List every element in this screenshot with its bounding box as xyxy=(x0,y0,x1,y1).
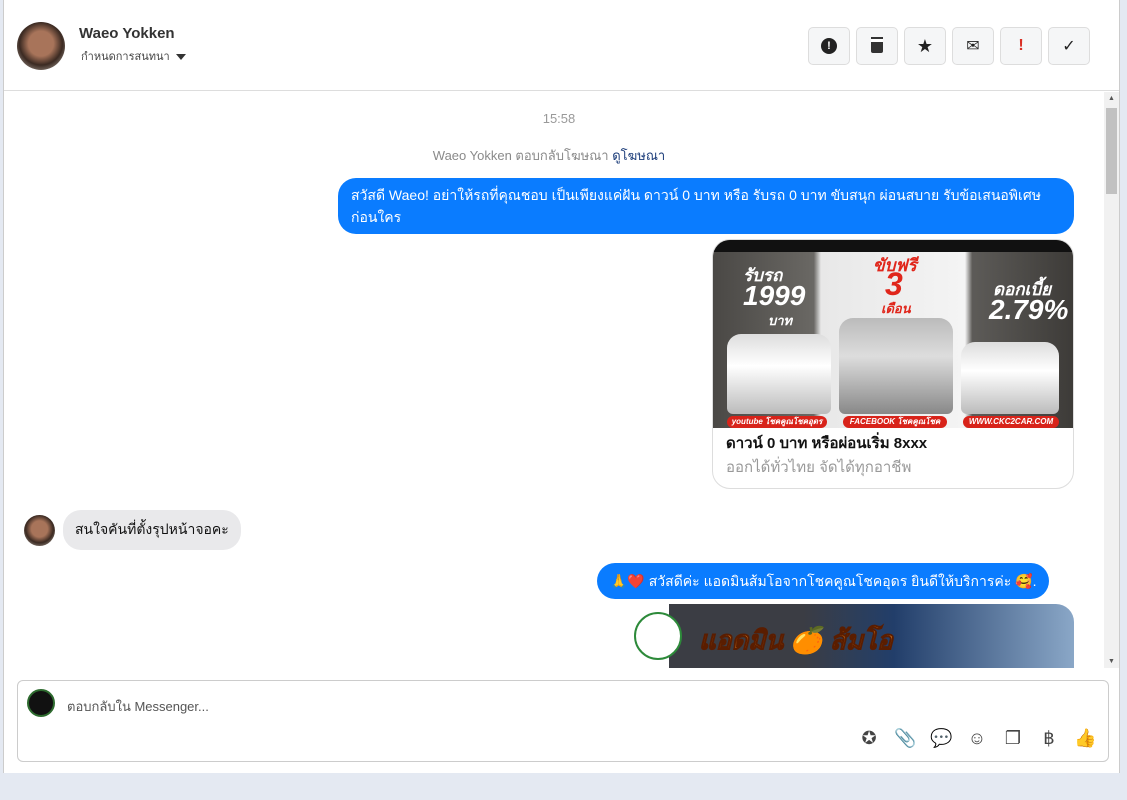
admin-image[interactable]: แอดมิน 🍊 ส้มโอ xyxy=(624,604,1074,668)
conversation-menu-label: กำหนดการสนทนา xyxy=(81,51,170,63)
ad-tag: WWW.CKC2CAR.COM xyxy=(963,416,1059,428)
admin-image-text: แอดมิน 🍊 ส้มโอ xyxy=(699,625,894,656)
contact-name[interactable]: Waeo Yokken xyxy=(79,25,175,42)
message-thread: 15:58 Waeo Yokken ตอบกลับโฆษณา ดูโฆษณา ส… xyxy=(4,92,1104,668)
timestamp: 15:58 xyxy=(542,111,576,126)
ad-card[interactable]: รับรถ 1999 บาท ขับฟรี 3 เดือน ดอกเบี้ย 2… xyxy=(712,239,1074,489)
saved-reply-icon[interactable]: ✪ xyxy=(858,728,880,749)
scrollbar-thumb[interactable] xyxy=(1106,108,1117,194)
ad-text: เดือน xyxy=(881,301,911,316)
attachment-icon[interactable]: 📎 xyxy=(894,728,916,749)
caret-down-icon xyxy=(175,54,186,61)
reply-input[interactable]: ตอบกลับใน Messenger... xyxy=(67,696,209,717)
composer-tools: ✪ 📎 💬 ☺ ❐ ฿ 👍 xyxy=(858,728,1096,749)
report-button[interactable]: ! xyxy=(808,27,850,65)
star-icon: ★ xyxy=(916,35,934,56)
catalog-icon[interactable]: ❐ xyxy=(1002,728,1024,749)
car-image xyxy=(727,334,831,414)
messenger-window: Waeo Yokken กำหนดการสนทนา ! ★ ✉ ! ✓ 15:5… xyxy=(3,0,1120,773)
ad-tag: youtube โชคคูณโชคอุดร xyxy=(727,416,827,428)
trash-icon xyxy=(871,39,883,53)
star-button[interactable]: ★ xyxy=(904,27,946,65)
contact-avatar-small xyxy=(24,515,55,546)
page-avatar xyxy=(27,689,55,717)
like-icon[interactable]: 👍 xyxy=(1074,728,1096,749)
thread-scrollbar[interactable]: ▲ ▼ xyxy=(1104,92,1119,668)
emoji-icon[interactable]: ☺ xyxy=(966,728,988,749)
contact-avatar[interactable] xyxy=(17,22,65,70)
alert-circle-icon: ! xyxy=(821,38,837,54)
quick-reply-icon[interactable]: 💬 xyxy=(930,728,952,749)
payment-baht-icon[interactable]: ฿ xyxy=(1038,728,1060,749)
car-image xyxy=(839,318,953,414)
envelope-icon: ✉ xyxy=(966,38,980,55)
ad-subtitle: ออกได้ทั่วไทย จัดได้ทุกอาชีพ xyxy=(726,459,912,476)
ad-tag: FACEBOOK โชคคูณโชคอุดร xyxy=(843,416,947,438)
done-button[interactable]: ✓ xyxy=(1048,27,1090,65)
view-ad-link[interactable]: ดูโฆษณา xyxy=(612,148,665,163)
ad-text: บาท xyxy=(768,313,793,328)
reply-notice-text: Waeo Yokken ตอบกลับโฆษณา xyxy=(432,148,609,163)
company-logo xyxy=(634,612,682,660)
header-actions: ! ★ ✉ ! ✓ xyxy=(808,27,1090,65)
delete-button[interactable] xyxy=(856,27,898,65)
important-button[interactable]: ! xyxy=(1000,27,1042,65)
scroll-up-icon[interactable]: ▲ xyxy=(1108,95,1115,102)
incoming-message: สนใจคันที่ตั้งรุปหน้าจอคะ xyxy=(63,510,241,550)
ad-text: 1999 xyxy=(743,280,806,311)
check-icon: ✓ xyxy=(1062,38,1076,55)
ad-image-header-bar xyxy=(713,240,1073,252)
ad-reply-notice: Waeo Yokken ตอบกลับโฆษณา ดูโฆษณา xyxy=(4,145,1094,166)
outgoing-message: สวัสดี Waeo! อย่าให้รถที่คุณชอบ เป็นเพีย… xyxy=(338,178,1074,234)
message-composer: ตอบกลับใน Messenger... ✪ 📎 💬 ☺ ❐ ฿ 👍 xyxy=(17,680,1109,762)
outgoing-message: 🙏❤️ สวัสดีค่ะ แอดมินส้มโอจากโชคคูณโชคอุด… xyxy=(597,563,1050,599)
exclamation-icon: ! xyxy=(1018,37,1024,54)
conversation-menu[interactable]: กำหนดการสนทนา xyxy=(81,47,186,65)
scroll-down-icon[interactable]: ▼ xyxy=(1108,658,1115,665)
ad-image: รับรถ 1999 บาท ขับฟรี 3 เดือน ดอกเบี้ย 2… xyxy=(713,240,1073,438)
mark-unread-button[interactable]: ✉ xyxy=(952,27,994,65)
ad-text: 2.79% xyxy=(989,294,1069,325)
car-image xyxy=(961,342,1059,414)
conversation-header: Waeo Yokken กำหนดการสนทนา ! ★ ✉ ! ✓ xyxy=(4,0,1119,91)
